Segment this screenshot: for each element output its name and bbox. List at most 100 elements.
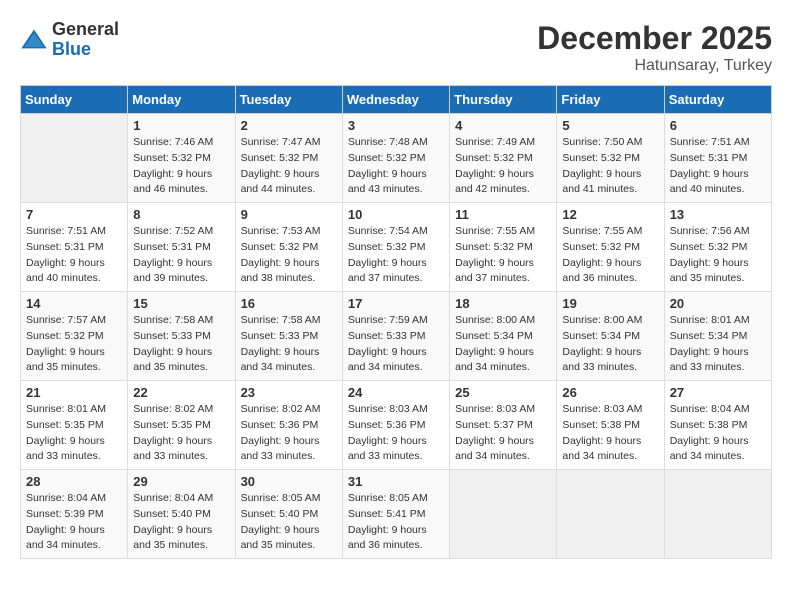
calendar-cell: 10 Sunrise: 7:54 AMSunset: 5:32 PMDayligh… (342, 203, 449, 292)
day-number: 1 (133, 118, 229, 133)
day-info: Sunrise: 7:59 AMSunset: 5:33 PMDaylight:… (348, 313, 444, 376)
logo-icon (20, 26, 48, 54)
location-subtitle: Hatunsaray, Turkey (537, 57, 772, 75)
day-number: 27 (670, 385, 766, 400)
day-info: Sunrise: 8:00 AMSunset: 5:34 PMDaylight:… (455, 313, 551, 376)
day-number: 28 (26, 474, 122, 489)
day-number: 29 (133, 474, 229, 489)
page-header: GeneralBlue December 2025 Hatunsaray, Tu… (20, 20, 772, 75)
calendar-cell: 28 Sunrise: 8:04 AMSunset: 5:39 PMDayligh… (21, 470, 128, 559)
day-number: 9 (241, 207, 337, 222)
calendar-cell: 3Sunrise: 7:48 AMSunset: 5:32 PMDaylight… (342, 114, 449, 203)
day-number: 5 (562, 118, 658, 133)
calendar-cell: 27 Sunrise: 8:04 AMSunset: 5:38 PMDayligh… (664, 381, 771, 470)
weekday-header: Monday (128, 86, 235, 114)
calendar-cell: 5 Sunrise: 7:50 AMSunset: 5:32 PMDaylight… (557, 114, 664, 203)
calendar-cell: 22Sunrise: 8:02 AMSunset: 5:35 PMDayligh… (128, 381, 235, 470)
weekday-header: Tuesday (235, 86, 342, 114)
day-info: Sunrise: 8:01 AMSunset: 5:35 PMDaylight:… (26, 402, 122, 465)
day-info: Sunrise: 7:55 AMSunset: 5:32 PMDaylight:… (455, 224, 551, 287)
calendar-cell: 19 Sunrise: 8:00 AMSunset: 5:34 PMDayligh… (557, 292, 664, 381)
day-number: 31 (348, 474, 444, 489)
day-info: Sunrise: 8:04 AMSunset: 5:40 PMDaylight:… (133, 491, 229, 554)
day-info: Sunrise: 7:47 AMSunset: 5:32 PMDaylight:… (241, 135, 337, 198)
calendar-header-row: SundayMondayTuesdayWednesdayThursdayFrid… (21, 86, 772, 114)
calendar-week-row: 14Sunrise: 7:57 AMSunset: 5:32 PMDayligh… (21, 292, 772, 381)
calendar-week-row: 21Sunrise: 8:01 AMSunset: 5:35 PMDayligh… (21, 381, 772, 470)
weekday-header: Friday (557, 86, 664, 114)
day-number: 20 (670, 296, 766, 311)
day-number: 26 (562, 385, 658, 400)
day-info: Sunrise: 7:51 AMSunset: 5:31 PMDaylight:… (670, 135, 766, 198)
day-number: 30 (241, 474, 337, 489)
calendar-cell (450, 470, 557, 559)
calendar-cell: 26Sunrise: 8:03 AMSunset: 5:38 PMDayligh… (557, 381, 664, 470)
day-info: Sunrise: 8:01 AMSunset: 5:34 PMDaylight:… (670, 313, 766, 376)
calendar-cell (557, 470, 664, 559)
day-info: Sunrise: 8:04 AMSunset: 5:39 PMDaylight:… (26, 491, 122, 554)
day-info: Sunrise: 8:04 AMSunset: 5:38 PMDaylight:… (670, 402, 766, 465)
calendar-cell: 4 Sunrise: 7:49 AMSunset: 5:32 PMDaylight… (450, 114, 557, 203)
calendar-cell: 12Sunrise: 7:55 AMSunset: 5:32 PMDayligh… (557, 203, 664, 292)
weekday-header: Sunday (21, 86, 128, 114)
calendar-cell: 20 Sunrise: 8:01 AMSunset: 5:34 PMDayligh… (664, 292, 771, 381)
day-info: Sunrise: 7:48 AMSunset: 5:32 PMDaylight:… (348, 135, 444, 198)
calendar-cell (21, 114, 128, 203)
day-number: 18 (455, 296, 551, 311)
calendar-cell: 25 Sunrise: 8:03 AMSunset: 5:37 PMDayligh… (450, 381, 557, 470)
day-number: 12 (562, 207, 658, 222)
day-info: Sunrise: 7:46 AMSunset: 5:32 PMDaylight:… (133, 135, 229, 198)
day-info: Sunrise: 8:03 AMSunset: 5:37 PMDaylight:… (455, 402, 551, 465)
day-info: Sunrise: 8:00 AMSunset: 5:34 PMDaylight:… (562, 313, 658, 376)
calendar-cell: 15 Sunrise: 7:58 AMSunset: 5:33 PMDayligh… (128, 292, 235, 381)
day-number: 22 (133, 385, 229, 400)
calendar-cell: 11Sunrise: 7:55 AMSunset: 5:32 PMDayligh… (450, 203, 557, 292)
day-info: Sunrise: 7:49 AMSunset: 5:32 PMDaylight:… (455, 135, 551, 198)
day-number: 15 (133, 296, 229, 311)
calendar-cell: 13Sunrise: 7:56 AMSunset: 5:32 PMDayligh… (664, 203, 771, 292)
day-number: 8 (133, 207, 229, 222)
weekday-header: Wednesday (342, 86, 449, 114)
calendar-cell: 24Sunrise: 8:03 AMSunset: 5:36 PMDayligh… (342, 381, 449, 470)
logo: GeneralBlue (20, 20, 119, 60)
title-block: December 2025 Hatunsaray, Turkey (537, 20, 772, 75)
calendar-cell: 8 Sunrise: 7:52 AMSunset: 5:31 PMDaylight… (128, 203, 235, 292)
day-info: Sunrise: 7:51 AMSunset: 5:31 PMDaylight:… (26, 224, 122, 287)
calendar-cell: 1 Sunrise: 7:46 AMSunset: 5:32 PMDaylight… (128, 114, 235, 203)
day-info: Sunrise: 8:05 AMSunset: 5:40 PMDaylight:… (241, 491, 337, 554)
day-number: 10 (348, 207, 444, 222)
day-info: Sunrise: 7:56 AMSunset: 5:32 PMDaylight:… (670, 224, 766, 287)
calendar-cell: 18 Sunrise: 8:00 AMSunset: 5:34 PMDayligh… (450, 292, 557, 381)
day-info: Sunrise: 7:58 AMSunset: 5:33 PMDaylight:… (133, 313, 229, 376)
day-number: 25 (455, 385, 551, 400)
day-number: 16 (241, 296, 337, 311)
logo-text: GeneralBlue (52, 20, 119, 60)
day-number: 23 (241, 385, 337, 400)
month-title: December 2025 (537, 20, 772, 57)
day-number: 4 (455, 118, 551, 133)
day-number: 17 (348, 296, 444, 311)
calendar-cell: 29 Sunrise: 8:04 AMSunset: 5:40 PMDayligh… (128, 470, 235, 559)
calendar-cell: 23 Sunrise: 8:02 AMSunset: 5:36 PMDayligh… (235, 381, 342, 470)
calendar-cell: 17 Sunrise: 7:59 AMSunset: 5:33 PMDayligh… (342, 292, 449, 381)
calendar-cell: 31Sunrise: 8:05 AMSunset: 5:41 PMDayligh… (342, 470, 449, 559)
calendar-week-row: 1 Sunrise: 7:46 AMSunset: 5:32 PMDaylight… (21, 114, 772, 203)
weekday-header: Thursday (450, 86, 557, 114)
calendar-week-row: 7Sunrise: 7:51 AMSunset: 5:31 PMDaylight… (21, 203, 772, 292)
weekday-header: Saturday (664, 86, 771, 114)
day-info: Sunrise: 7:57 AMSunset: 5:32 PMDaylight:… (26, 313, 122, 376)
calendar-week-row: 28 Sunrise: 8:04 AMSunset: 5:39 PMDayligh… (21, 470, 772, 559)
day-info: Sunrise: 7:58 AMSunset: 5:33 PMDaylight:… (241, 313, 337, 376)
day-info: Sunrise: 7:53 AMSunset: 5:32 PMDaylight:… (241, 224, 337, 287)
day-info: Sunrise: 8:02 AMSunset: 5:36 PMDaylight:… (241, 402, 337, 465)
day-info: Sunrise: 7:50 AMSunset: 5:32 PMDaylight:… (562, 135, 658, 198)
day-info: Sunrise: 7:52 AMSunset: 5:31 PMDaylight:… (133, 224, 229, 287)
calendar-cell: 16 Sunrise: 7:58 AMSunset: 5:33 PMDayligh… (235, 292, 342, 381)
day-info: Sunrise: 7:54 AMSunset: 5:32 PMDaylight:… (348, 224, 444, 287)
calendar-cell: 30 Sunrise: 8:05 AMSunset: 5:40 PMDayligh… (235, 470, 342, 559)
day-number: 19 (562, 296, 658, 311)
calendar-cell: 14Sunrise: 7:57 AMSunset: 5:32 PMDayligh… (21, 292, 128, 381)
calendar-cell: 6Sunrise: 7:51 AMSunset: 5:31 PMDaylight… (664, 114, 771, 203)
calendar-cell: 7Sunrise: 7:51 AMSunset: 5:31 PMDaylight… (21, 203, 128, 292)
day-number: 2 (241, 118, 337, 133)
